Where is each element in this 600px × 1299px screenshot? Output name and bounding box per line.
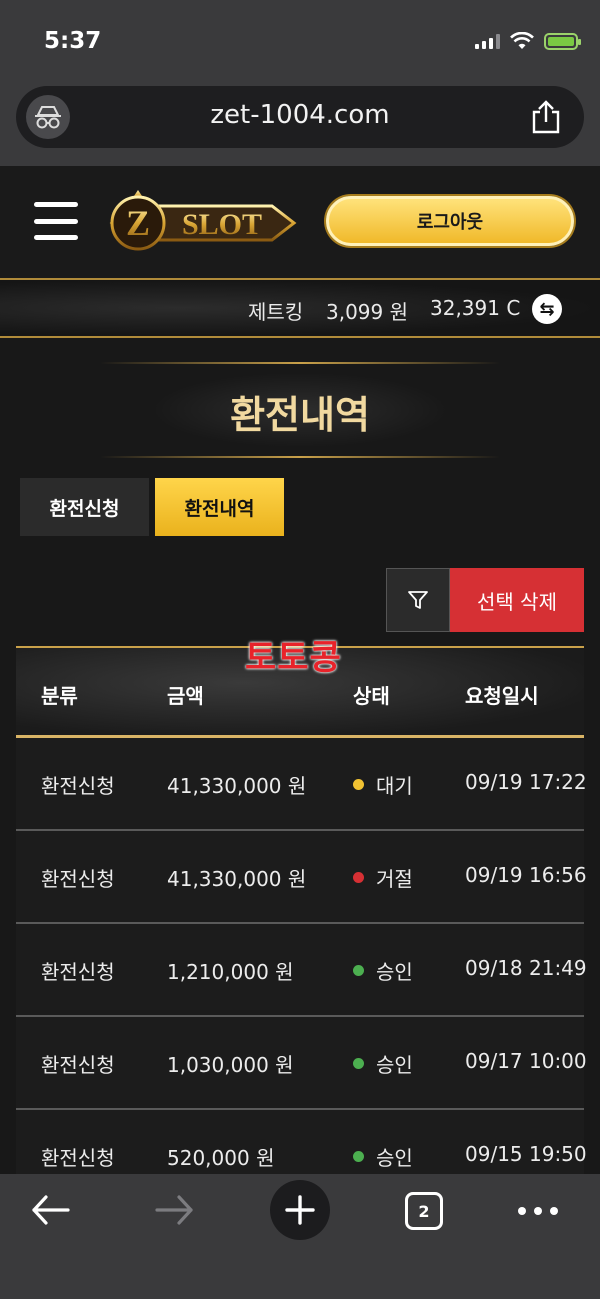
table-row[interactable]: 환전신청 520,000 원 승인 09/15 19:50 [16,1110,587,1174]
cell-type: 환전신청 [41,867,115,891]
balance-coin: 32,391 C [430,296,521,320]
browser-toolbar: 2 [0,1174,600,1299]
swap-icon[interactable]: ⇆ [532,294,562,324]
title-divider-top [100,362,500,364]
column-header-amount: 금액 [167,684,204,708]
status-dot-icon [353,1058,364,1069]
svg-text:Z: Z [126,203,150,243]
cell-type: 환전신청 [41,1146,115,1170]
cellular-signal-icon [475,33,500,49]
cell-amount: 1,030,000 원 [167,1053,294,1077]
tab-exchange-request[interactable]: 환전신청 [20,478,149,536]
wifi-icon [510,32,534,49]
username: 제트킹 [248,300,304,324]
page-title: 환전내역 [230,393,370,437]
cell-type: 환전신청 [41,774,115,798]
more-options-icon[interactable] [518,1196,558,1226]
filter-button[interactable] [386,568,450,632]
forward-arrow-icon[interactable] [155,1192,195,1228]
status-label: 승인 [376,1146,413,1170]
status-time: 5:37 [44,28,102,54]
new-tab-button[interactable] [270,1180,330,1240]
status-dot-icon [353,872,364,883]
svg-text:SLOT: SLOT [182,208,262,241]
logout-button[interactable]: 로그아웃 [326,196,574,246]
menu-icon[interactable] [34,202,78,240]
status-dot-icon [353,1151,364,1162]
column-header-type: 분류 [41,684,78,708]
status-label: 거절 [376,867,413,891]
cell-datetime: 09/17 10:00 [465,1049,587,1073]
web-page: Z SLOT 로그아웃 제트킹 3,099 원 32,391 C ⇆ 환전내역 … [0,166,600,1174]
exchange-history-table: 분류 금액 상태 요청일시 환전신청 41,330,000 원 대기 09/19 17… [16,646,587,1174]
cell-status: 대기 [353,770,413,799]
status-label: 승인 [376,1053,413,1077]
watermark-text: 토토콩 [245,638,342,678]
table-row[interactable]: 환전신청 1,210,000 원 승인 09/18 21:49 [16,924,587,1017]
share-icon[interactable] [530,100,562,134]
balance-won: 3,099 원 [326,300,409,324]
column-header-datetime: 요청일시 [465,684,539,708]
cell-status: 승인 [353,1049,413,1078]
cell-amount: 1,210,000 원 [167,960,294,984]
cell-status: 거절 [353,863,413,892]
tab-switcher-button[interactable]: 2 [405,1192,443,1230]
back-arrow-icon[interactable] [30,1192,70,1228]
table-row[interactable]: 환전신청 41,330,000 원 대기 09/19 17:22 [16,738,587,831]
browser-chrome: 5:37 zet-1004.com [0,0,600,166]
url-text[interactable]: zet-1004.com [16,100,584,130]
status-dot-icon [353,779,364,790]
battery-icon [544,32,581,50]
table-row[interactable]: 환전신청 41,330,000 원 거절 09/19 16:56 [16,831,587,924]
cell-type: 환전신청 [41,960,115,984]
tab-exchange-history[interactable]: 환전내역 [155,478,284,536]
cell-datetime: 09/15 19:50 [465,1142,587,1166]
plus-icon [285,1195,315,1225]
url-bar[interactable]: zet-1004.com [16,86,584,148]
site-header: Z SLOT 로그아웃 [0,166,600,278]
column-header-status: 상태 [353,684,390,708]
balance-bar: 제트킹 3,099 원 32,391 C ⇆ [0,278,600,338]
status-label: 대기 [376,774,413,798]
cell-type: 환전신청 [41,1053,115,1077]
title-divider-bottom [100,456,500,458]
status-icons [475,32,581,50]
delete-selected-button[interactable]: 선택 삭제 [450,568,584,632]
title-section: 환전내역 [0,362,600,458]
table-row[interactable]: 환전신청 1,030,000 원 승인 09/17 10:00 [16,1017,587,1110]
zslot-logo[interactable]: Z SLOT [102,184,302,262]
status-dot-icon [353,965,364,976]
cell-amount: 41,330,000 원 [167,867,307,891]
cell-status: 승인 [353,956,413,985]
cell-datetime: 09/18 21:49 [465,956,587,980]
cell-status: 승인 [353,1142,413,1171]
cell-amount: 520,000 원 [167,1146,275,1170]
filter-icon [408,591,428,609]
cell-datetime: 09/19 17:22 [465,770,587,794]
cell-datetime: 09/19 16:56 [465,863,587,887]
table-body: 환전신청 41,330,000 원 대기 09/19 17:22 환전신청 41,330,… [16,738,587,1174]
status-label: 승인 [376,960,413,984]
cell-amount: 41,330,000 원 [167,774,307,798]
